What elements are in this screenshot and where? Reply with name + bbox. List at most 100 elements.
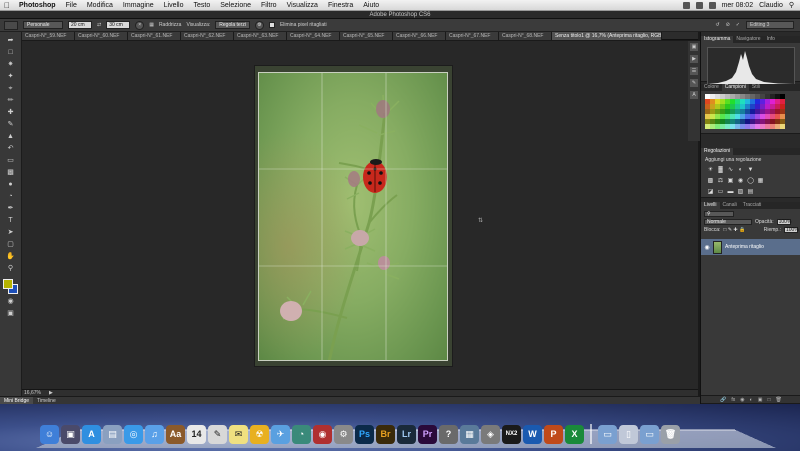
- dock-premiere-icon[interactable]: Pr: [418, 425, 437, 444]
- battery-icon[interactable]: [708, 1, 716, 9]
- lock-icons[interactable]: □ ✎ ✚ 🔒: [723, 227, 745, 233]
- dock-radioactive-app-icon[interactable]: ☢: [250, 425, 269, 444]
- doc-tab[interactable]: Caspri-N°_59.NEF: [22, 32, 75, 40]
- dock-help-icon[interactable]: ?: [439, 425, 458, 444]
- eyedropper-tool-icon[interactable]: ✏: [4, 95, 18, 106]
- tab-swatches[interactable]: Campioni: [721, 84, 749, 91]
- gradient-map-icon[interactable]: ▤: [747, 189, 754, 196]
- volume-icon[interactable]: [695, 1, 703, 9]
- menu-app-name[interactable]: Photoshop: [14, 2, 61, 9]
- doc-tab[interactable]: Caspri-N°_62.NEF: [181, 32, 234, 40]
- straighten-icon[interactable]: ▦: [149, 22, 154, 28]
- tab-info[interactable]: Info: [764, 36, 778, 43]
- layer-filter-select[interactable]: ⚲: [704, 211, 734, 217]
- hue-saturation-icon[interactable]: ▩: [707, 178, 714, 185]
- selective-color-icon[interactable]: ▨: [737, 189, 744, 196]
- dock-itunes-icon[interactable]: ♫: [145, 425, 164, 444]
- character-panel-icon[interactable]: A: [690, 91, 698, 99]
- dock-dictionary-icon[interactable]: Aa: [166, 425, 185, 444]
- layer-row[interactable]: ◉ Anteprima ritaglio: [701, 239, 800, 255]
- dock-nx2-icon[interactable]: NX2: [502, 425, 521, 444]
- dock-safari-icon[interactable]: ◎: [124, 425, 143, 444]
- brush-panel-icon[interactable]: ✎: [690, 79, 698, 87]
- dock-preview-icon[interactable]: ▤: [103, 425, 122, 444]
- menu-selezione[interactable]: Selezione: [215, 2, 256, 9]
- dock-bridge-icon[interactable]: Br: [376, 425, 395, 444]
- menu-modifica[interactable]: Modifica: [82, 2, 118, 9]
- canvas-area[interactable]: ⇅: [22, 41, 698, 389]
- crop-height-input[interactable]: 30 cm: [106, 21, 131, 29]
- crop-settings-icon[interactable]: ⚙: [254, 20, 264, 30]
- history-brush-icon[interactable]: ↶: [4, 143, 18, 154]
- exposure-icon[interactable]: ◐: [737, 167, 744, 174]
- zoom-tool-icon[interactable]: ⚲: [4, 263, 18, 274]
- pen-tool-icon[interactable]: ✒: [4, 203, 18, 214]
- doc-tab[interactable]: Caspri-N°_60.NEF: [75, 32, 128, 40]
- dock-calendar-icon[interactable]: 14: [187, 425, 206, 444]
- dock-applications-folder-icon[interactable]: ▭: [598, 425, 617, 444]
- blur-tool-icon[interactable]: ●: [4, 179, 18, 190]
- menubar-user[interactable]: Claudio: [759, 2, 783, 9]
- crop-preview-photo[interactable]: [258, 72, 448, 361]
- ratio-preset-select[interactable]: Personale: [23, 21, 63, 29]
- swatch-grid[interactable]: [701, 91, 800, 132]
- dock-downloads-folder-icon[interactable]: ▭: [640, 425, 659, 444]
- menu-visualizza[interactable]: Visualizza: [282, 2, 323, 9]
- dock-app-store-icon[interactable]: A: [82, 425, 101, 444]
- threshold-icon[interactable]: ▬: [727, 189, 734, 196]
- dock-word-icon[interactable]: W: [523, 425, 542, 444]
- invert-icon[interactable]: ◪: [707, 189, 714, 196]
- fx-icon[interactable]: fx: [731, 396, 735, 403]
- new-layer-icon[interactable]: □: [767, 396, 770, 403]
- dock-system-preferences-icon[interactable]: ⚙: [334, 425, 353, 444]
- tab-layers[interactable]: Livelli: [701, 202, 720, 209]
- group-icon[interactable]: ▣: [758, 396, 763, 403]
- blend-mode-select[interactable]: Normale: [704, 219, 752, 225]
- doc-tab[interactable]: Caspri-N°_68.NEF: [499, 32, 552, 40]
- reset-icon[interactable]: ↺: [715, 22, 719, 28]
- crop-tool-preset-icon[interactable]: [4, 20, 18, 30]
- dock-photo-app-icon[interactable]: ▦: [460, 425, 479, 444]
- view-overlay-select[interactable]: Regola terzi: [215, 21, 250, 29]
- screen-mode-icon[interactable]: ▣: [4, 308, 18, 319]
- dock-camera-app-icon[interactable]: ◈: [481, 425, 500, 444]
- doc-tab[interactable]: Caspri-N°_64.NEF: [287, 32, 340, 40]
- stamp-tool-icon[interactable]: ▲: [4, 131, 18, 142]
- channel-mixer-icon[interactable]: ◯: [747, 178, 754, 185]
- layer-name[interactable]: Anteprima ritaglio: [725, 244, 764, 250]
- doc-tab[interactable]: Caspri-N°_67.NEF: [446, 32, 499, 40]
- delete-layer-icon[interactable]: 🗑: [775, 396, 781, 403]
- opacity-input[interactable]: 100%: [776, 219, 791, 225]
- tab-adjustments[interactable]: Regolazioni: [701, 148, 734, 155]
- dock-time-machine-icon[interactable]: ◔: [292, 425, 311, 444]
- dock-powerpoint-icon[interactable]: P: [544, 425, 563, 444]
- straighten-label[interactable]: Raddrizza: [159, 22, 182, 28]
- menu-filtro[interactable]: Filtro: [256, 2, 282, 9]
- color-swatches[interactable]: [2, 279, 19, 295]
- path-select-tool-icon[interactable]: ➤: [4, 227, 18, 238]
- dock-notes-icon[interactable]: ✉: [229, 425, 248, 444]
- menubar-clock[interactable]: mer 08:02: [722, 2, 754, 9]
- quick-mask-icon[interactable]: ◉: [4, 296, 18, 307]
- type-tool-icon[interactable]: T: [4, 215, 18, 226]
- apple-menu-icon[interactable]: : [0, 1, 14, 10]
- doc-tab[interactable]: Caspri-N°_63.NEF: [234, 32, 287, 40]
- actions-panel-icon[interactable]: ▶: [690, 55, 698, 63]
- dock-excel-icon[interactable]: X: [565, 425, 584, 444]
- quick-select-tool-icon[interactable]: ✦: [4, 71, 18, 82]
- gradient-tool-icon[interactable]: ▩: [4, 167, 18, 178]
- lasso-tool-icon[interactable]: ✷: [4, 59, 18, 70]
- crop-tool-icon[interactable]: ⌖: [4, 83, 18, 94]
- tab-paths[interactable]: Tracciati: [740, 202, 765, 209]
- delete-pixels-checkbox[interactable]: [268, 22, 275, 28]
- move-tool-icon[interactable]: ➦: [4, 35, 18, 46]
- menu-livello[interactable]: Livello: [159, 2, 189, 9]
- color-swatch[interactable]: [780, 124, 785, 129]
- mask-icon[interactable]: ◉: [740, 396, 744, 403]
- color-balance-icon[interactable]: ⚖: [717, 178, 724, 185]
- tab-navigator[interactable]: Navigatore: [733, 36, 763, 43]
- foreground-color-swatch[interactable]: [2, 279, 13, 289]
- menu-finestra[interactable]: Finestra: [323, 2, 358, 9]
- dodge-tool-icon[interactable]: ◔: [4, 191, 18, 202]
- dock-trash-icon[interactable]: 🗑: [661, 425, 680, 444]
